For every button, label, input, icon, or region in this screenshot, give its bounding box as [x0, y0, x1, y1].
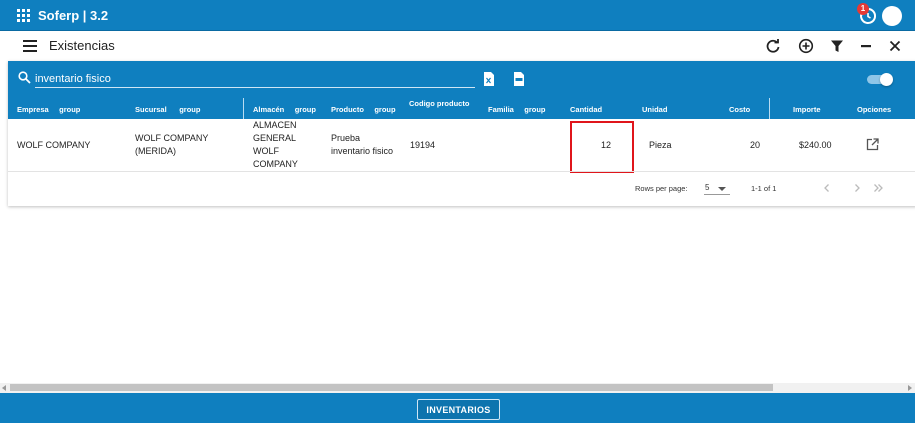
notification-badge: 1: [857, 3, 869, 15]
refresh-icon[interactable]: [765, 38, 781, 54]
scroll-left-arrow-icon[interactable]: [2, 385, 6, 391]
quantity-highlight-box: [570, 121, 634, 173]
rows-per-page-value: 5: [705, 183, 710, 192]
minus-icon[interactable]: [858, 38, 874, 54]
excel-file-icon[interactable]: [483, 72, 495, 86]
column-header-unidad[interactable]: Unidad: [642, 105, 667, 114]
rows-per-page-select[interactable]: 5: [704, 181, 730, 195]
cell-costo: 20: [750, 140, 761, 150]
cell-producto: Prueba inventario fisico: [331, 133, 394, 156]
pagination-range: 1-1 of 1: [751, 184, 777, 193]
add-circle-icon[interactable]: [798, 38, 814, 54]
horizontal-scrollbar[interactable]: [0, 383, 915, 393]
rows-per-page-label: Rows per page:: [635, 184, 688, 193]
column-divider[interactable]: [243, 98, 244, 119]
open-in-new-icon[interactable]: [866, 138, 879, 151]
app-bar: Soferp | 3.2 1: [0, 0, 915, 31]
cell-unidad: Pieza: [649, 140, 672, 150]
cell-empresa: WOLF COMPANY: [17, 140, 91, 150]
column-header-codigo-producto[interactable]: Codigo producto: [409, 99, 469, 108]
column-header-familia[interactable]: Familia group: [488, 105, 546, 114]
caret-down-icon: [718, 187, 726, 191]
column-header-sucursal[interactable]: Sucursal group: [135, 105, 200, 114]
cell-almacen: ALMACEN GENERAL WOLF COMPANY: [253, 120, 298, 169]
cell-codigo-producto: 19194: [410, 140, 436, 150]
toggle-knob: [880, 73, 893, 86]
avatar[interactable]: [882, 6, 902, 26]
pdf-file-icon[interactable]: [513, 72, 525, 86]
last-page-icon[interactable]: [872, 182, 884, 194]
search-input[interactable]: [35, 70, 475, 88]
table-header-bar: Empresa group Sucursal group Almacén gro…: [8, 61, 915, 119]
scroll-right-arrow-icon[interactable]: [908, 385, 912, 391]
page-title: Existencias: [49, 38, 115, 53]
column-header-cantidad[interactable]: Cantidad: [570, 105, 602, 114]
column-header-opciones: Opciones: [857, 105, 892, 114]
column-divider[interactable]: [769, 98, 770, 119]
cell-sucursal: WOLF COMPANY (MERIDA): [135, 133, 209, 156]
chevron-right-icon[interactable]: [851, 182, 863, 194]
scrollbar-thumb[interactable]: [10, 384, 773, 391]
stock-table-panel: Empresa group Sucursal group Almacén gro…: [8, 61, 915, 206]
cell-importe: $240.00: [799, 140, 832, 150]
column-header-costo[interactable]: Costo: [729, 105, 750, 114]
search-icon: [18, 71, 31, 84]
apps-grid-icon[interactable]: [17, 9, 30, 22]
hamburger-menu-icon[interactable]: [23, 40, 37, 52]
filter-icon[interactable]: [829, 38, 845, 54]
row-divider: [8, 171, 915, 172]
app-title: Soferp | 3.2: [38, 8, 109, 23]
column-header-producto[interactable]: Producto group: [331, 105, 396, 114]
chevron-left-icon[interactable]: [821, 182, 833, 194]
column-header-empresa[interactable]: Empresa group: [17, 105, 80, 114]
column-header-importe[interactable]: Importe: [793, 105, 821, 114]
toggle-switch[interactable]: [867, 73, 893, 86]
column-header-almacen[interactable]: Almacén group: [253, 105, 316, 114]
bottom-bar: INVENTARIOS: [0, 393, 915, 423]
inventarios-button[interactable]: INVENTARIOS: [417, 399, 500, 420]
close-icon[interactable]: [887, 38, 903, 54]
